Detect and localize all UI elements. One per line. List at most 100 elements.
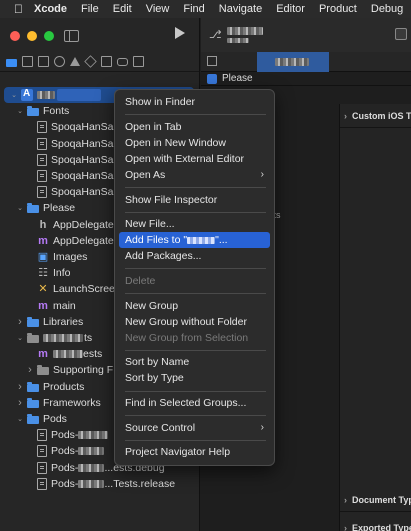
menu-separator	[125, 293, 266, 294]
file-icon	[37, 429, 47, 442]
obscured-text	[37, 91, 55, 99]
menu-separator	[125, 268, 266, 270]
inspector-section[interactable]: › Exported Type	[340, 516, 411, 531]
menu-separator	[125, 390, 266, 392]
run-icon[interactable]	[175, 27, 185, 39]
apple-logo-icon[interactable]: 	[14, 2, 23, 16]
obscured-text	[78, 479, 105, 488]
navigator-selector-bar	[0, 52, 199, 72]
tree-row[interactable]: Pods- ...Tests.release	[0, 476, 200, 492]
menu-navigate[interactable]: Navigate	[219, 3, 262, 15]
destination-obscured	[227, 38, 249, 43]
storyboard-icon: ✕	[38, 283, 48, 296]
menu-app-name[interactable]: Xcode	[34, 3, 67, 15]
inspector-section[interactable]: › Document Typ	[340, 488, 411, 512]
disclosure-triangle-icon[interactable]: ›	[26, 364, 34, 376]
library-icon[interactable]	[395, 28, 407, 40]
chevron-right-icon[interactable]: ›	[344, 523, 347, 531]
zoom-window-button[interactable]	[44, 31, 54, 41]
disclosure-triangle-icon[interactable]: ⌄	[16, 334, 24, 342]
source-control-icon[interactable]	[22, 56, 33, 67]
menu-file[interactable]: File	[81, 3, 99, 15]
submenu-chevron-icon: ›	[260, 168, 264, 180]
menu-item-open-as[interactable]: Open As ›	[119, 167, 270, 183]
debug-icon[interactable]	[101, 56, 112, 67]
disclosure-triangle-icon[interactable]: ⌄	[16, 107, 24, 115]
disclosure-triangle-icon[interactable]: ›	[16, 316, 24, 328]
rename-field[interactable]	[57, 89, 101, 101]
menu-item-delete: Delete	[119, 273, 270, 289]
menu-edit[interactable]: Edit	[113, 3, 132, 15]
sidebar-toggle-icon[interactable]	[64, 30, 79, 42]
menu-view[interactable]: View	[146, 3, 170, 15]
tree-row-label: Pods	[43, 413, 67, 425]
obscured-text	[78, 463, 105, 472]
tree-row-label: main	[53, 299, 76, 312]
file-icon	[37, 445, 47, 458]
menu-item-new-group-without-folder[interactable]: New Group without Folder	[119, 314, 270, 330]
menu-item-project-navigator-help[interactable]: Project Navigator Help	[119, 444, 270, 460]
menu-item-sort-by-name[interactable]: Sort by Name	[119, 354, 270, 370]
menu-product[interactable]: Product	[319, 3, 357, 15]
tab-selected[interactable]	[257, 52, 329, 72]
scheme-name-obscured[interactable]	[227, 27, 263, 35]
tree-row-label: Please	[43, 202, 76, 215]
menu-separator	[125, 187, 266, 188]
menu-separator	[125, 415, 266, 417]
menu-item-source-control[interactable]: Source Control ›	[119, 420, 270, 436]
menu-item-add-files-to[interactable]: Add Files to " "...	[119, 232, 270, 249]
tree-row-label: SpoqaHanSa	[51, 137, 114, 150]
menu-item-label: Source Control	[125, 421, 196, 434]
project-icon	[21, 88, 33, 101]
menu-item-label: Sort by Type	[125, 372, 184, 385]
file-icon	[37, 137, 47, 150]
menu-item-label: Add Packages...	[125, 250, 202, 263]
breakpoint-icon[interactable]	[117, 57, 128, 66]
menu-item-open-in-tab[interactable]: Open in Tab	[119, 119, 270, 135]
disclosure-triangle-icon[interactable]: ›	[16, 381, 24, 393]
obscured-text	[78, 447, 105, 456]
tree-row-label: Supporting F	[53, 364, 114, 377]
menu-item-open-in-new-window[interactable]: Open in New Window	[119, 135, 270, 151]
menu-item-new-group[interactable]: New Group	[119, 298, 270, 314]
test-icon[interactable]	[84, 55, 97, 68]
menu-item-label: Delete	[125, 274, 156, 287]
menu-item-label: Show File Inspector	[125, 193, 218, 206]
symbol-icon[interactable]	[38, 56, 49, 67]
breadcrumb-label[interactable]: Please	[222, 73, 253, 84]
issue-icon[interactable]	[70, 57, 80, 66]
folder-icon[interactable]	[6, 58, 17, 67]
header-icon: h	[39, 218, 47, 231]
menu-debug[interactable]: Debug	[371, 3, 403, 15]
menu-item-add-packages[interactable]: Add Packages...	[119, 248, 270, 264]
menu-item-show-in-finder[interactable]: Show in Finder	[119, 94, 270, 110]
menu-find[interactable]: Find	[183, 3, 204, 15]
file-icon	[37, 170, 47, 182]
tree-row-label: Pods-	[51, 461, 79, 474]
disclosure-triangle-icon[interactable]: ⌄	[16, 415, 24, 423]
menu-item-sort-by-type[interactable]: Sort by Type	[119, 370, 270, 386]
menu-item-new-file[interactable]: New File...	[119, 216, 270, 232]
menu-item-label: Open in New Window	[125, 136, 226, 149]
tree-row-label: Products	[43, 380, 85, 393]
close-window-button[interactable]	[10, 31, 20, 41]
menu-editor[interactable]: Editor	[276, 3, 305, 15]
disclosure-triangle-icon[interactable]: ⌄	[16, 204, 24, 212]
chevron-right-icon[interactable]: ›	[344, 111, 347, 121]
menu-separator	[125, 349, 266, 351]
objc-mm-icon: m	[38, 348, 48, 361]
chevron-right-icon[interactable]: ›	[344, 495, 347, 505]
grid-icon[interactable]	[207, 56, 217, 66]
report-icon[interactable]	[133, 56, 144, 67]
asset-catalog-icon: ▣	[37, 251, 49, 263]
menu-item-find-in-selected-groups[interactable]: Find in Selected Groups...	[119, 395, 270, 411]
search-icon[interactable]	[54, 56, 65, 67]
menu-item-show-file-inspector[interactable]: Show File Inspector	[119, 192, 270, 208]
minimize-window-button[interactable]	[27, 31, 37, 41]
tree-row-label: SpoqaHanSa	[51, 186, 114, 199]
tree-row-label: Fonts	[43, 105, 70, 118]
disclosure-triangle-icon[interactable]: ⌄	[10, 91, 18, 99]
disclosure-triangle-icon[interactable]: ›	[16, 397, 24, 409]
menu-item-open-with-external-editor[interactable]: Open with External Editor	[119, 151, 270, 167]
inspector-section[interactable]: › Custom iOS Ta	[340, 104, 411, 128]
